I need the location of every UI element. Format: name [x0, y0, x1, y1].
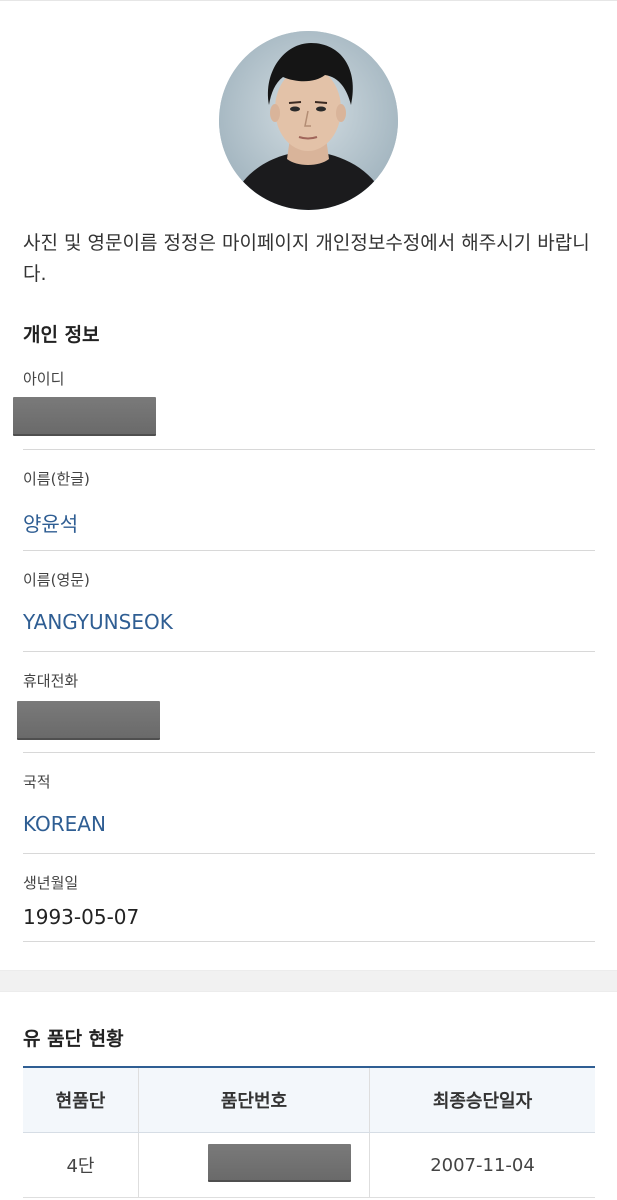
english-name-value: YANGYUNSEOK: [23, 610, 173, 634]
nationality-value: KOREAN: [23, 812, 106, 836]
field-label: 생년월일: [23, 874, 79, 892]
field-divider: [23, 550, 595, 551]
redacted-mobile-phone: [17, 701, 160, 740]
field-divider: [23, 651, 595, 652]
field-divider: [23, 449, 595, 450]
column-rank-number: 품단번호: [138, 1066, 370, 1133]
rank-status-title: 유 품단 현황: [23, 1028, 124, 1050]
field-label: 이름(영문): [23, 571, 90, 589]
section-separator: [0, 970, 617, 992]
profile-photo-image: [219, 31, 398, 210]
top-divider: [0, 0, 617, 1]
field-korean-name: 이름(한글) 양윤석: [23, 468, 595, 551]
field-user-id: 아이디: [13, 368, 595, 450]
field-label: 국적: [23, 773, 51, 791]
profile-photo: [219, 31, 398, 210]
field-label: 아이디: [23, 370, 65, 388]
column-last-promotion-date: 최종승단일자: [369, 1066, 595, 1133]
field-birthdate: 생년월일 1993-05-07: [23, 872, 595, 942]
photo-name-correction-notice: 사진 및 영문이름 정정은 마이페이지 개인정보수정에서 해주시기 바랍니다.: [23, 232, 590, 285]
field-divider: [23, 941, 595, 942]
korean-name-value: 양윤석: [23, 512, 79, 536]
redacted-rank-number: [208, 1144, 351, 1182]
field-divider: [23, 853, 595, 854]
redacted-user-id: [13, 397, 156, 436]
cell-last-promotion-date: 2007-11-04: [369, 1132, 595, 1198]
field-english-name: 이름(영문) YANGYUNSEOK: [23, 569, 595, 652]
field-nationality: 국적 KOREAN: [23, 771, 595, 854]
field-mobile-phone: 휴대전화: [17, 670, 595, 753]
cell-current-rank: 4단: [23, 1132, 139, 1198]
field-label: 이름(한글): [23, 470, 90, 488]
birthdate-value: 1993-05-07: [23, 905, 140, 929]
table-header-row: 현품단 품단번호 최종승단일자: [23, 1066, 595, 1133]
field-label: 휴대전화: [23, 672, 79, 690]
field-divider: [23, 752, 595, 753]
cell-rank-number: [138, 1132, 370, 1198]
table-row: 4단 2007-11-04: [23, 1132, 595, 1198]
column-current-rank: 현품단: [23, 1066, 139, 1133]
rank-status-table: 현품단 품단번호 최종승단일자 4단 2007-11-04: [23, 1066, 595, 1198]
personal-info-title: 개인 정보: [23, 324, 100, 346]
